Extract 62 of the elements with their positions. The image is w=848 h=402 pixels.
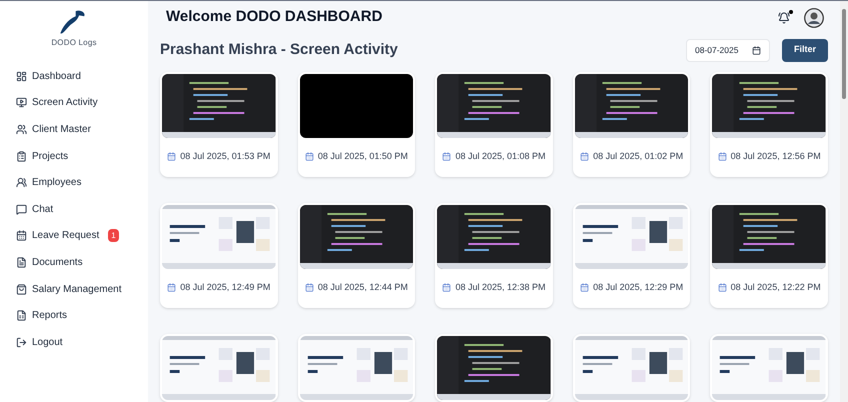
bell-icon[interactable] [778, 12, 790, 24]
avatar-icon[interactable] [804, 8, 824, 28]
screenshot-card[interactable]: 08 Jul 2025, 01:50 PM [298, 72, 416, 177]
timestamp: 08 Jul 2025, 12:56 PM [730, 150, 821, 163]
sidebar-item[interactable]: Reports [16, 302, 148, 329]
screenshot-card[interactable]: 08 Jul 2025, 12:29 PM [572, 203, 690, 308]
count-badge: 1 [108, 229, 119, 242]
timestamp: 08 Jul 2025, 01:53 PM [180, 150, 270, 163]
logo-text: DODO Logs [51, 37, 97, 49]
sidebar-item[interactable]: Salary Management [16, 276, 148, 302]
people-icon [16, 177, 27, 188]
page-title: Prashant Mishra - Screen Activity [160, 40, 398, 60]
calendar-icon [442, 152, 452, 161]
calendar-icon [752, 46, 761, 55]
calendar-icon [580, 152, 590, 161]
timestamp: 08 Jul 2025, 12:44 PM [318, 280, 408, 294]
screenshot-card[interactable]: 08 Jul 2025, 12:49 PM [160, 203, 278, 308]
logout-icon [16, 336, 27, 348]
filter-button[interactable]: Filter [782, 38, 828, 62]
monitor-icon [16, 97, 27, 108]
screenshot-card[interactable]: 08 Jul 2025, 01:53 PM [160, 72, 278, 177]
date-field[interactable]: 08-07-2025 [686, 38, 770, 62]
timestamp: 08 Jul 2025, 01:08 PM [455, 150, 546, 163]
calendar-icon [16, 230, 27, 242]
calendar-icon [304, 152, 314, 161]
calendar-icon [580, 283, 590, 292]
sidebar-item[interactable]: Projects [16, 142, 148, 170]
timestamp: 08 Jul 2025, 12:29 PM [593, 280, 684, 294]
sidebar-item[interactable]: Client Master [16, 116, 148, 143]
document-icon [16, 256, 27, 268]
sidebar-item[interactable]: Logout [16, 328, 148, 356]
users-icon [16, 124, 27, 135]
calendar-icon [442, 283, 452, 292]
screenshot-card[interactable]: 08 Jul 2025, 12:56 PM [710, 72, 828, 177]
screenshot-card[interactable]: 08 Jul 2025, 12:22 PM [710, 203, 828, 308]
dashboard-icon [16, 70, 27, 82]
calendar-icon [718, 283, 727, 292]
sidebar-item[interactable]: Leave Request 1 [16, 222, 148, 250]
clipboard-icon [16, 150, 27, 162]
sidebar-item[interactable]: Screen Activity [16, 90, 148, 116]
screenshot-card[interactable]: 08 Jul 2025, 01:02 PM [572, 72, 690, 177]
report-icon [16, 310, 27, 322]
calendar-icon [167, 283, 176, 292]
sidebar-item[interactable]: Dashboard [16, 63, 148, 90]
chat-icon [16, 204, 27, 215]
calendar-icon [304, 283, 314, 292]
timestamp: 08 Jul 2025, 12:22 PM [730, 280, 821, 294]
scrollbar[interactable] [840, 1, 848, 402]
timestamp: 08 Jul 2025, 12:49 PM [180, 280, 270, 294]
sidebar-item[interactable]: Employees [16, 169, 148, 196]
timestamp: 08 Jul 2025, 12:38 PM [455, 280, 546, 294]
welcome-title: Welcome DODO DASHBOARD [166, 7, 382, 28]
calendar-icon [167, 152, 176, 161]
timestamp: 08 Jul 2025, 01:50 PM [318, 150, 408, 163]
timestamp: 08 Jul 2025, 01:02 PM [593, 150, 684, 163]
sidebar-item[interactable]: Documents [16, 249, 148, 276]
calendar-icon [718, 152, 727, 161]
screenshot-card[interactable]: 08 Jul 2025, 01:08 PM [435, 72, 553, 177]
sidebar-item[interactable]: Chat [16, 196, 148, 223]
screenshot-card[interactable]: 08 Jul 2025, 12:44 PM [298, 203, 416, 308]
screenshot-card[interactable]: 08 Jul 2025, 12:38 PM [435, 203, 553, 308]
bag-icon [16, 284, 27, 295]
